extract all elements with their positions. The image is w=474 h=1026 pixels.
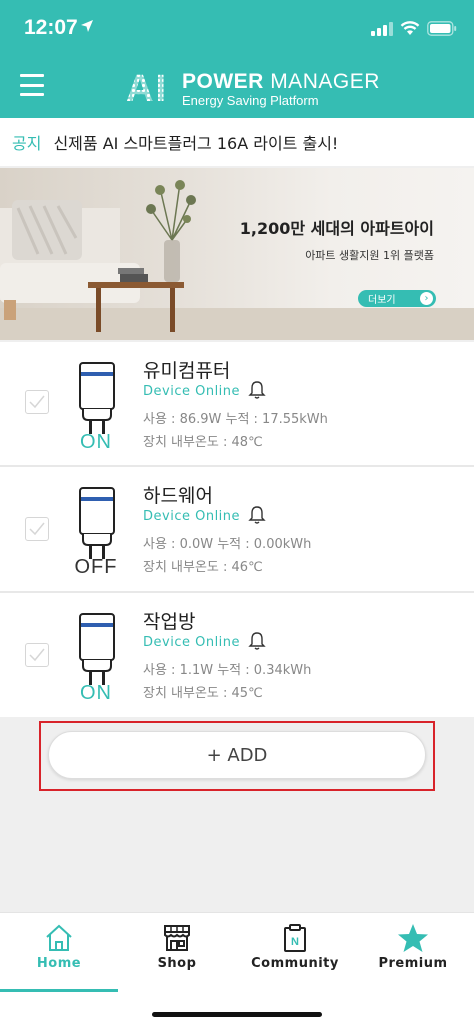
tab-community-label: Community: [251, 956, 339, 971]
notice-bar[interactable]: 공지 신제품 AI 스마트플러그 16A 라이트 출시!: [0, 118, 474, 166]
menu-bar: [20, 93, 44, 96]
device-name: 하드웨어: [143, 485, 213, 507]
tab-shop-label: Shop: [157, 956, 197, 971]
cellular-signal-icon: [371, 22, 393, 36]
bottom-tab-bar: Home Shop N Community Premium: [0, 912, 474, 1026]
device-power-state[interactable]: ON: [60, 682, 132, 705]
device-checkbox[interactable]: [25, 517, 49, 541]
wifi-icon: [400, 21, 420, 35]
device-card[interactable]: ON 유미컴퓨터 Device Online 사용 : 86.9W 누적 : 1…: [0, 342, 474, 466]
logo-ai-mark: AI: [126, 68, 168, 110]
status-time: 12:07: [24, 16, 78, 39]
home-indicator: [152, 1012, 322, 1017]
tab-community[interactable]: N Community: [236, 921, 354, 987]
menu-icon[interactable]: [20, 74, 44, 96]
location-arrow-icon: [81, 20, 93, 32]
active-tab-indicator: [0, 989, 118, 992]
status-bar: 12:07: [0, 0, 474, 58]
shop-icon: [164, 925, 190, 951]
notice-tag: 공지: [12, 134, 42, 153]
device-name: 작업방: [143, 611, 196, 633]
notice-text: 신제품 AI 스마트플러그 16A 라이트 출시!: [53, 134, 339, 153]
check-icon: [29, 522, 45, 536]
device-usage: 사용 : 1.1W 누적 : 0.34kWh: [143, 663, 312, 678]
living-room-illustration: [0, 180, 196, 332]
logo-power: POWER: [182, 70, 264, 93]
device-power-state[interactable]: OFF: [60, 556, 132, 579]
community-icon: N: [284, 924, 306, 952]
banner-subtitle: 아파트 생활지원 1위 플랫폼: [305, 249, 434, 262]
tab-home-label: Home: [36, 956, 82, 971]
tab-premium[interactable]: Premium: [354, 921, 472, 987]
menu-bar: [20, 74, 44, 77]
device-card[interactable]: OFF 하드웨어 Device Online 사용 : 0.0W 누적 : 0.…: [0, 467, 474, 591]
menu-bar: [20, 83, 44, 87]
battery-icon: [427, 21, 457, 36]
check-icon: [29, 395, 45, 409]
device-checkbox[interactable]: [25, 390, 49, 414]
device-status: Device Online: [143, 635, 241, 650]
tab-home[interactable]: Home: [0, 921, 118, 992]
device-power-state[interactable]: ON: [60, 431, 132, 454]
chevron-right-icon: ›: [420, 292, 433, 305]
banner-more-label: 더보기: [368, 295, 396, 306]
device-card[interactable]: ON 작업방 Device Online 사용 : 1.1W 누적 : 0.34…: [0, 593, 474, 717]
bell-icon[interactable]: [248, 631, 266, 651]
bell-icon[interactable]: [248, 380, 266, 400]
smart-plug-icon: [79, 362, 115, 434]
tab-premium-label: Premium: [378, 956, 448, 971]
logo-title: POWER MANAGER: [182, 70, 380, 94]
banner-title: 1,200만 세대의 아파트아이: [239, 219, 434, 238]
device-usage: 사용 : 86.9W 누적 : 17.55kWh: [143, 412, 328, 427]
app-header: 12:07 AI POWER MANAGER Energy Saving Pla…: [0, 0, 474, 118]
device-status: Device Online: [143, 509, 241, 524]
device-temperature: 장치 내부온도 : 48℃: [143, 435, 263, 450]
smart-plug-icon: [79, 613, 115, 685]
device-checkbox[interactable]: [25, 643, 49, 667]
tab-shop[interactable]: Shop: [118, 921, 236, 987]
app-logo: AI POWER MANAGER Energy Saving Platform: [126, 68, 379, 110]
device-temperature: 장치 내부온도 : 45℃: [143, 686, 263, 701]
device-name: 유미컴퓨터: [143, 360, 231, 382]
star-icon: [398, 924, 428, 952]
home-icon: [46, 924, 72, 951]
svg-text:N: N: [291, 936, 299, 948]
device-temperature: 장치 내부온도 : 46℃: [143, 560, 263, 575]
device-usage: 사용 : 0.0W 누적 : 0.00kWh: [143, 537, 312, 552]
banner-more-button[interactable]: 더보기 ›: [358, 290, 436, 307]
bell-icon[interactable]: [248, 505, 266, 525]
smart-plug-icon: [79, 487, 115, 559]
promo-banner[interactable]: 1,200만 세대의 아파트아이 아파트 생활지원 1위 플랫폼 더보기 ›: [0, 168, 474, 340]
check-icon: [29, 648, 45, 662]
logo-manager: MANAGER: [270, 70, 380, 93]
device-status: Device Online: [143, 384, 241, 399]
logo-subtitle: Energy Saving Platform: [182, 93, 319, 108]
add-device-button[interactable]: + ADD: [48, 731, 426, 779]
